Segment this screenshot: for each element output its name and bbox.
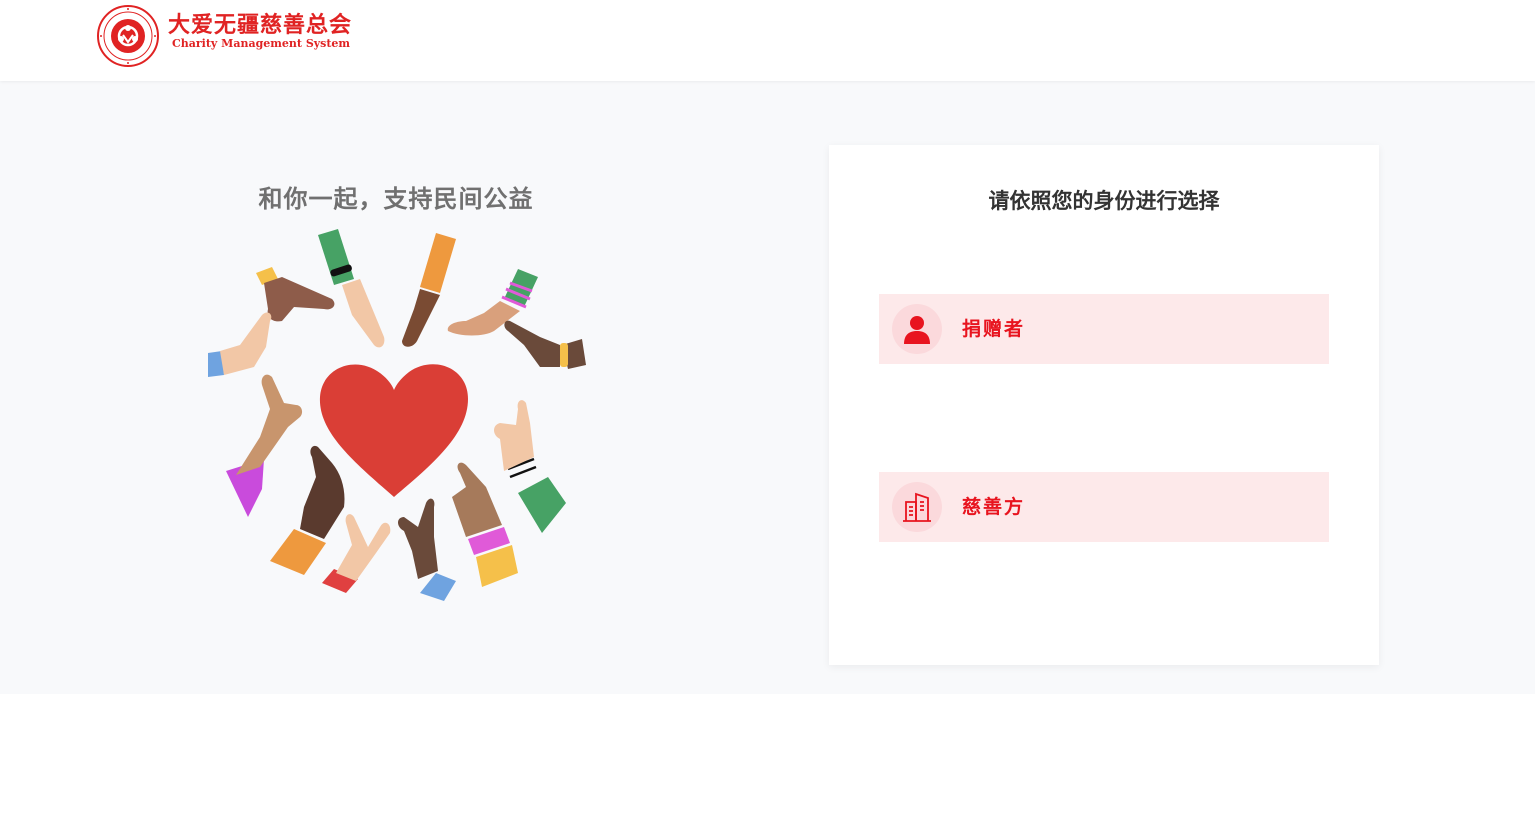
donor-option-button[interactable]: 捐赠者 (879, 294, 1329, 364)
top-header: 大爱无疆慈善总会 Charity Management System (0, 0, 1535, 81)
main-area: 和你一起，支持民间公益 请依照您的身份进行选择 捐赠者 慈善方 (0, 81, 1535, 694)
heart-icon (319, 364, 468, 497)
heart-hands-illustration (208, 229, 586, 601)
building-icon (892, 482, 942, 532)
charity-option-label: 慈善方 (962, 496, 1026, 518)
charity-option-button[interactable]: 慈善方 (879, 472, 1329, 542)
org-subtitle: Charity Management System (172, 37, 351, 50)
person-icon (892, 304, 942, 354)
card-title: 请依照您的身份进行选择 (988, 189, 1220, 213)
charity-seal-icon (97, 5, 159, 67)
donor-option-label: 捐赠者 (962, 318, 1026, 340)
hero-slogan: 和你一起，支持民间公益 (258, 184, 534, 213)
identity-select-card: 请依照您的身份进行选择 捐赠者 慈善方 (829, 145, 1379, 665)
org-name: 大爱无疆慈善总会 (168, 12, 353, 38)
logo[interactable]: 大爱无疆慈善总会 Charity Management System (96, 4, 352, 68)
